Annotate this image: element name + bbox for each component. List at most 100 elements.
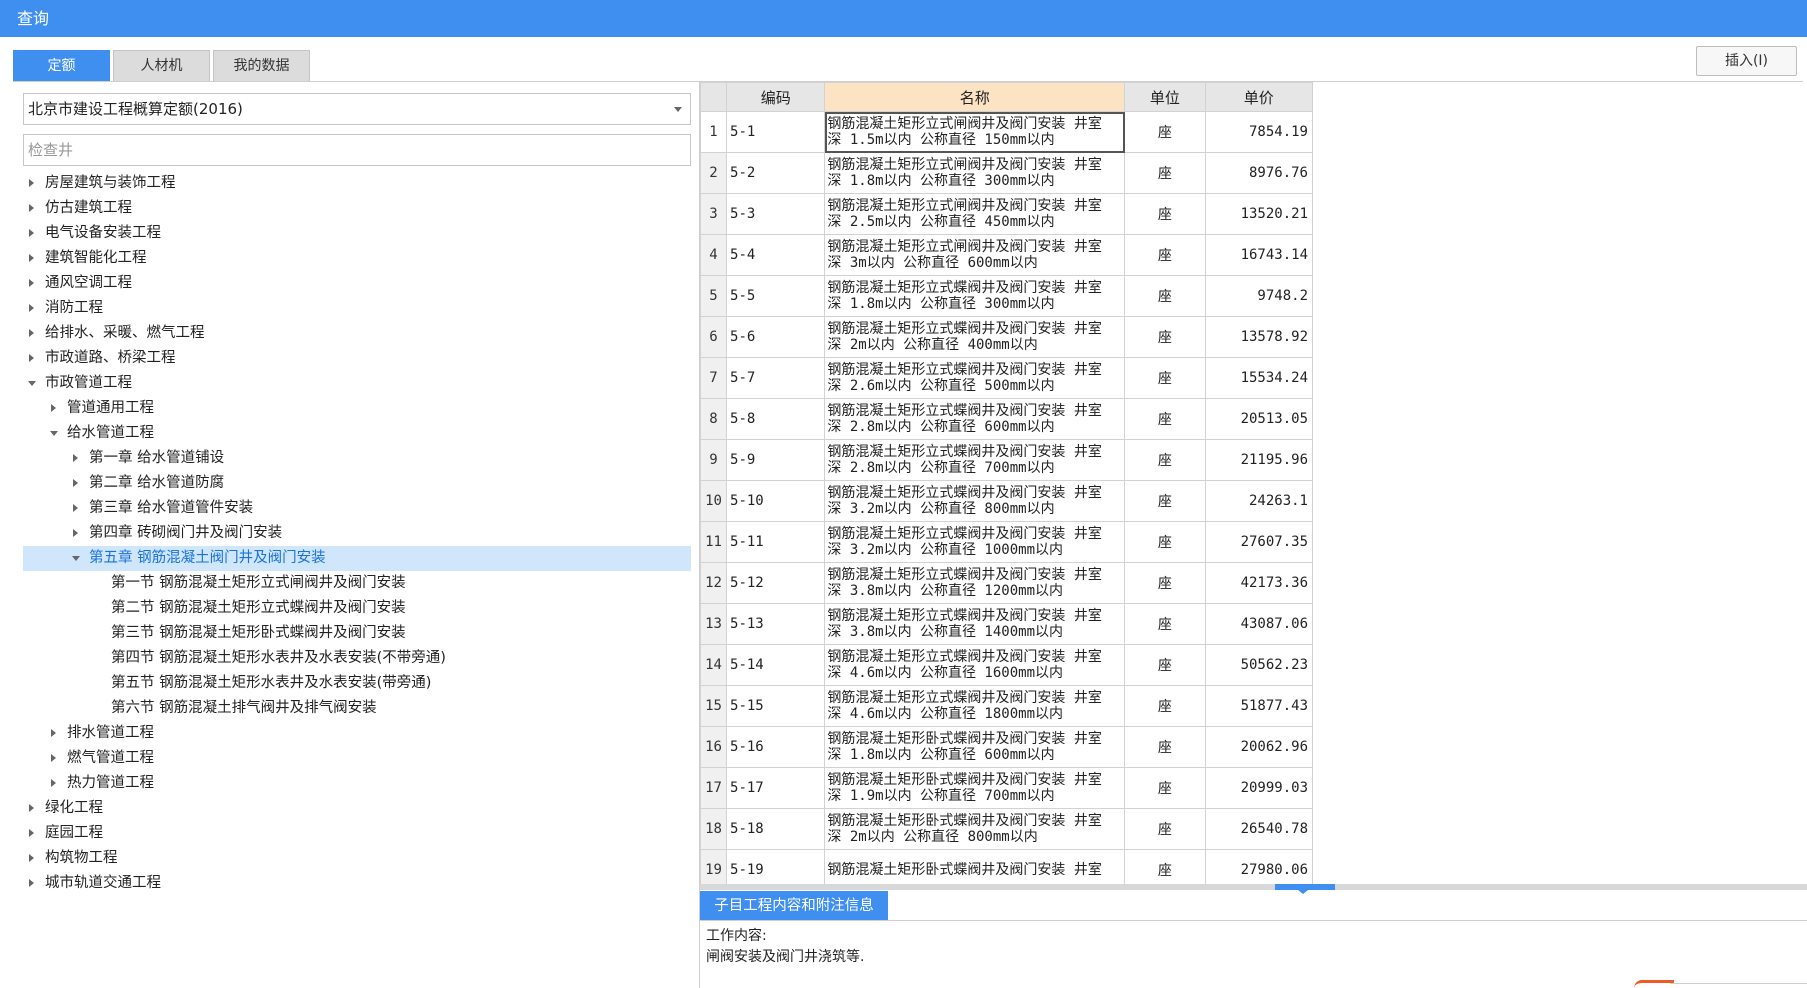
- chevron-right-icon[interactable]: [29, 229, 34, 237]
- price-cell[interactable]: 13578.92: [1204, 316, 1313, 358]
- tree-node[interactable]: 城市轨道交通工程: [23, 871, 691, 896]
- table-row[interactable]: 9 5-9 钢筋混凝土矩形立式蝶阀井及阀门安装 井室深 2.8m以内 公称直径 70…: [700, 439, 1313, 481]
- code-cell[interactable]: 5-19: [726, 849, 826, 884]
- row-number-cell[interactable]: 16: [700, 726, 728, 768]
- price-cell[interactable]: 26540.78: [1204, 808, 1313, 850]
- chevron-right-icon[interactable]: [29, 279, 34, 287]
- price-cell[interactable]: 9748.2: [1204, 275, 1313, 317]
- code-cell[interactable]: 5-16: [726, 726, 826, 768]
- name-cell[interactable]: 钢筋混凝土矩形立式闸阀井及阀门安装 井室深 1.5m以内 公称直径 150mm以…: [824, 111, 1126, 153]
- unit-cell[interactable]: 座: [1124, 193, 1206, 235]
- price-cell[interactable]: 13520.21: [1204, 193, 1313, 235]
- chevron-right-icon[interactable]: [73, 454, 78, 462]
- header-code[interactable]: 编码: [726, 82, 826, 112]
- tree-node[interactable]: 市政道路、桥梁工程: [23, 346, 691, 371]
- code-cell[interactable]: 5-6: [726, 316, 826, 358]
- resize-handle-icon[interactable]: [1634, 980, 1674, 988]
- tree-node[interactable]: 通风空调工程: [23, 271, 691, 296]
- header-price[interactable]: 单价: [1204, 82, 1313, 112]
- row-number-cell[interactable]: 12: [700, 562, 728, 604]
- unit-cell[interactable]: 座: [1124, 521, 1206, 563]
- code-cell[interactable]: 5-10: [726, 480, 826, 522]
- chevron-down-icon[interactable]: [72, 556, 80, 561]
- tree-node[interactable]: 市政管道工程: [23, 371, 691, 396]
- code-cell[interactable]: 5-18: [726, 808, 826, 850]
- name-cell[interactable]: 钢筋混凝土矩形立式闸阀井及阀门安装 井室深 1.8m以内 公称直径 300mm以…: [824, 152, 1126, 194]
- chevron-right-icon[interactable]: [29, 329, 34, 337]
- row-number-cell[interactable]: 17: [700, 767, 728, 809]
- name-cell[interactable]: 钢筋混凝土矩形立式蝶阀井及阀门安装 井室深 2m以内 公称直径 400mm以内: [824, 316, 1126, 358]
- tree-node[interactable]: 第二节 钢筋混凝土矩形立式蝶阀井及阀门安装: [23, 596, 691, 621]
- quota-library-select[interactable]: 北京市建设工程概算定额(2016): [23, 93, 691, 125]
- table-row[interactable]: 17 5-17 钢筋混凝土矩形卧式蝶阀井及阀门安装 井室深 1.9m以内 公称直径 …: [700, 767, 1313, 809]
- tree-node[interactable]: 燃气管道工程: [23, 746, 691, 771]
- name-cell[interactable]: 钢筋混凝土矩形卧式蝶阀井及阀门安装 井室深 1.8m以内 公称直径 600mm以…: [824, 726, 1126, 768]
- tree-node[interactable]: 绿化工程: [23, 796, 691, 821]
- code-cell[interactable]: 5-15: [726, 685, 826, 727]
- price-cell[interactable]: 27607.35: [1204, 521, 1313, 563]
- chevron-right-icon[interactable]: [29, 354, 34, 362]
- chevron-right-icon[interactable]: [51, 729, 56, 737]
- price-cell[interactable]: 51877.43: [1204, 685, 1313, 727]
- unit-cell[interactable]: 座: [1124, 275, 1206, 317]
- row-number-cell[interactable]: 15: [700, 685, 728, 727]
- horizontal-scrollbar[interactable]: [700, 884, 1807, 894]
- chevron-down-icon[interactable]: [50, 431, 58, 436]
- row-number-cell[interactable]: 10: [700, 480, 728, 522]
- price-cell[interactable]: 20513.05: [1204, 398, 1313, 440]
- row-number-cell[interactable]: 14: [700, 644, 728, 686]
- price-cell[interactable]: 42173.36: [1204, 562, 1313, 604]
- unit-cell[interactable]: 座: [1124, 603, 1206, 645]
- row-number-cell[interactable]: 19: [700, 849, 728, 884]
- name-cell[interactable]: 钢筋混凝土矩形立式闸阀井及阀门安装 井室深 2.5m以内 公称直径 450mm以…: [824, 193, 1126, 235]
- tab-labor-material-machine[interactable]: 人材机: [113, 50, 210, 81]
- tab-work-content-notes[interactable]: 子目工程内容和附注信息: [700, 891, 888, 921]
- price-cell[interactable]: 20062.96: [1204, 726, 1313, 768]
- chevron-right-icon[interactable]: [51, 779, 56, 787]
- unit-cell[interactable]: 座: [1124, 152, 1206, 194]
- tree-node[interactable]: 给排水、采暖、燃气工程: [23, 321, 691, 346]
- table-row[interactable]: 16 5-16 钢筋混凝土矩形卧式蝶阀井及阀门安装 井室深 1.8m以内 公称直径 …: [700, 726, 1313, 768]
- unit-cell[interactable]: 座: [1124, 316, 1206, 358]
- name-cell[interactable]: 钢筋混凝土矩形立式蝶阀井及阀门安装 井室深 3.8m以内 公称直径 1200mm…: [824, 562, 1126, 604]
- table-row[interactable]: 12 5-12 钢筋混凝土矩形立式蝶阀井及阀门安装 井室深 3.8m以内 公称直径 …: [700, 562, 1313, 604]
- tree-node[interactable]: 第一节 钢筋混凝土矩形立式闸阀井及阀门安装: [23, 571, 691, 596]
- name-cell[interactable]: 钢筋混凝土矩形立式蝶阀井及阀门安装 井室深 4.6m以内 公称直径 1800mm…: [824, 685, 1126, 727]
- table-row[interactable]: 1 5-1 钢筋混凝土矩形立式闸阀井及阀门安装 井室深 1.5m以内 公称直径 15…: [700, 111, 1313, 153]
- unit-cell[interactable]: 座: [1124, 808, 1206, 850]
- unit-cell[interactable]: 座: [1124, 234, 1206, 276]
- price-cell[interactable]: 16743.14: [1204, 234, 1313, 276]
- tree-node[interactable]: 庭园工程: [23, 821, 691, 846]
- price-cell[interactable]: 43087.06: [1204, 603, 1313, 645]
- tree-node[interactable]: 第四章 砖砌阀门井及阀门安装: [23, 521, 691, 546]
- chevron-right-icon[interactable]: [29, 179, 34, 187]
- table-row[interactable]: 6 5-6 钢筋混凝土矩形立式蝶阀井及阀门安装 井室深 2m以内 公称直径 400m…: [700, 316, 1313, 358]
- unit-cell[interactable]: 座: [1124, 849, 1206, 884]
- chevron-right-icon[interactable]: [51, 754, 56, 762]
- tree-node[interactable]: 第四节 钢筋混凝土矩形水表井及水表安装(不带旁通): [23, 646, 691, 671]
- code-cell[interactable]: 5-11: [726, 521, 826, 563]
- row-number-cell[interactable]: 13: [700, 603, 728, 645]
- tree-node[interactable]: 第六节 钢筋混凝土排气阀井及排气阀安装: [23, 696, 691, 721]
- code-cell[interactable]: 5-8: [726, 398, 826, 440]
- name-cell[interactable]: 钢筋混凝土矩形立式蝶阀井及阀门安装 井室深 2.8m以内 公称直径 700mm以…: [824, 439, 1126, 481]
- row-number-cell[interactable]: 4: [700, 234, 728, 276]
- name-cell[interactable]: 钢筋混凝土矩形立式闸阀井及阀门安装 井室深 3m以内 公称直径 600mm以内: [824, 234, 1126, 276]
- name-cell[interactable]: 钢筋混凝土矩形立式蝶阀井及阀门安装 井室深 2.6m以内 公称直径 500mm以…: [824, 357, 1126, 399]
- price-cell[interactable]: 50562.23: [1204, 644, 1313, 686]
- code-cell[interactable]: 5-13: [726, 603, 826, 645]
- row-number-cell[interactable]: 6: [700, 316, 728, 358]
- name-cell[interactable]: 钢筋混凝土矩形立式蝶阀井及阀门安装 井室深 3.2m以内 公称直径 800mm以…: [824, 480, 1126, 522]
- tree-node[interactable]: 构筑物工程: [23, 846, 691, 871]
- tree-node[interactable]: 建筑智能化工程: [23, 246, 691, 271]
- price-cell[interactable]: 21195.96: [1204, 439, 1313, 481]
- table-row[interactable]: 10 5-10 钢筋混凝土矩形立式蝶阀井及阀门安装 井室深 3.2m以内 公称直径 …: [700, 480, 1313, 522]
- tree-node[interactable]: 排水管道工程: [23, 721, 691, 746]
- unit-cell[interactable]: 座: [1124, 644, 1206, 686]
- tree-node[interactable]: 电气设备安装工程: [23, 221, 691, 246]
- table-row[interactable]: 7 5-7 钢筋混凝土矩形立式蝶阀井及阀门安装 井室深 2.6m以内 公称直径 50…: [700, 357, 1313, 399]
- tree-node[interactable]: 第五节 钢筋混凝土矩形水表井及水表安装(带旁通): [23, 671, 691, 696]
- chevron-right-icon[interactable]: [51, 404, 56, 412]
- code-cell[interactable]: 5-7: [726, 357, 826, 399]
- code-cell[interactable]: 5-5: [726, 275, 826, 317]
